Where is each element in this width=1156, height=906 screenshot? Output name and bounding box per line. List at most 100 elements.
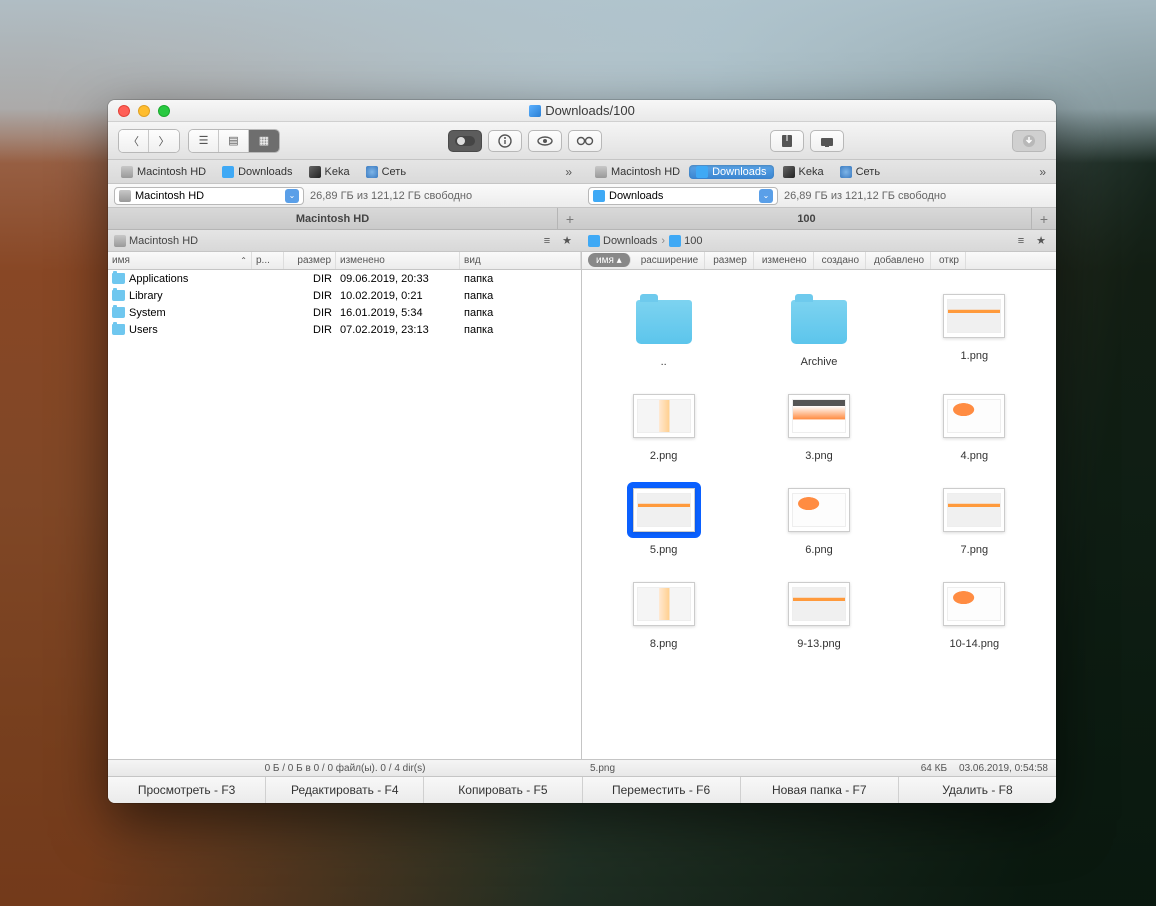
favorite-downloads[interactable]: Downloads bbox=[689, 165, 773, 179]
info-button[interactable] bbox=[488, 130, 522, 152]
toggle-hidden-button[interactable] bbox=[448, 130, 482, 152]
favorite-сеть[interactable]: Сеть bbox=[833, 165, 887, 179]
back-button[interactable]: 〈 bbox=[119, 130, 149, 152]
favorite-macintosh-hd[interactable]: Macintosh HD bbox=[114, 165, 213, 179]
breadcrumb-item[interactable]: Downloads bbox=[588, 235, 657, 247]
file-item[interactable]: 9-13.png bbox=[741, 570, 896, 656]
left-pane: имя⌃ р... размер изменено вид Applicatio… bbox=[108, 252, 582, 759]
favorite-star-button[interactable]: ★ bbox=[558, 233, 576, 249]
search-button[interactable] bbox=[568, 130, 602, 152]
zoom-button[interactable] bbox=[158, 105, 170, 117]
view-mode-segment: ☰ ▤ ▦ bbox=[188, 129, 280, 153]
status-selected-name: 5.png bbox=[590, 763, 615, 774]
table-row[interactable]: UsersDIR07.02.2019, 23:13папка bbox=[108, 321, 581, 338]
col-создано[interactable]: создано bbox=[816, 252, 866, 269]
archive-button[interactable] bbox=[770, 130, 804, 152]
net-icon bbox=[366, 166, 378, 178]
col-откр[interactable]: откр bbox=[933, 252, 966, 269]
folder-item[interactable]: .. bbox=[586, 282, 741, 374]
fkey-button[interactable]: Копировать - F5 bbox=[424, 777, 582, 803]
item-label: 5.png bbox=[650, 544, 678, 556]
hd-icon bbox=[121, 166, 133, 178]
favorite-keka[interactable]: Keka bbox=[776, 165, 831, 179]
favorites-overflow[interactable]: » bbox=[1035, 165, 1050, 179]
drive-label-left: Macintosh HD bbox=[135, 190, 204, 202]
folder-icon bbox=[112, 273, 125, 284]
forward-button[interactable]: 〉 bbox=[149, 130, 179, 152]
titlebar[interactable]: Downloads/100 bbox=[108, 100, 1056, 122]
file-item[interactable]: 1.png bbox=[897, 282, 1052, 374]
left-file-list[interactable]: ApplicationsDIR09.06.2019, 20:33папкаLib… bbox=[108, 270, 581, 759]
col-size[interactable]: размер bbox=[284, 252, 336, 269]
col-размер[interactable]: размер bbox=[707, 252, 754, 269]
favorite-downloads[interactable]: Downloads bbox=[215, 165, 299, 179]
favorite-keka[interactable]: Keka bbox=[302, 165, 357, 179]
fkey-button[interactable]: Редактировать - F4 bbox=[266, 777, 424, 803]
file-item[interactable]: 8.png bbox=[586, 570, 741, 656]
image-thumbnail bbox=[633, 488, 695, 532]
tab-right[interactable]: 100 bbox=[582, 208, 1032, 229]
status-selected-date: 03.06.2019, 0:54:58 bbox=[959, 763, 1048, 774]
drive-select-left[interactable]: Macintosh HD ⌄ bbox=[114, 187, 304, 205]
downloads-icon bbox=[593, 190, 605, 202]
list-options-button[interactable]: ≡ bbox=[1012, 233, 1030, 249]
keka-icon bbox=[309, 166, 321, 178]
minimize-button[interactable] bbox=[138, 105, 150, 117]
file-item[interactable]: 5.png bbox=[586, 476, 741, 562]
view-icon-button[interactable]: ▦ bbox=[249, 130, 279, 152]
hd-icon bbox=[595, 166, 607, 178]
view-list-button[interactable]: ☰ bbox=[189, 130, 219, 152]
breadcrumb-item[interactable]: Macintosh HD bbox=[114, 235, 198, 247]
file-item[interactable]: 2.png bbox=[586, 382, 741, 468]
drive-select-right[interactable]: Downloads ⌄ bbox=[588, 187, 778, 205]
favorites-overflow[interactable]: » bbox=[561, 165, 576, 179]
file-item[interactable]: 6.png bbox=[741, 476, 896, 562]
traffic-lights bbox=[118, 105, 170, 117]
list-options-button[interactable]: ≡ bbox=[538, 233, 556, 249]
item-label: .. bbox=[661, 356, 667, 368]
table-row[interactable]: SystemDIR16.01.2019, 5:34папка bbox=[108, 304, 581, 321]
status-bar: 0 Б / 0 Б в 0 / 0 файл(ы). 0 / 4 dir(s) … bbox=[108, 759, 1056, 776]
fkey-button[interactable]: Удалить - F8 bbox=[899, 777, 1056, 803]
share-button[interactable] bbox=[810, 130, 844, 152]
item-label: Archive bbox=[801, 356, 838, 368]
favorite-star-button[interactable]: ★ bbox=[1032, 233, 1050, 249]
favorite-сеть[interactable]: Сеть bbox=[359, 165, 413, 179]
item-label: 4.png bbox=[961, 450, 989, 462]
favorite-macintosh-hd[interactable]: Macintosh HD bbox=[588, 165, 687, 179]
col-расширение[interactable]: расширение bbox=[635, 252, 706, 269]
file-item[interactable]: 4.png bbox=[897, 382, 1052, 468]
window-title: Downloads/100 bbox=[529, 103, 635, 118]
item-label: 9-13.png bbox=[797, 638, 840, 650]
col-mod[interactable]: изменено bbox=[336, 252, 460, 269]
item-label: 1.png bbox=[961, 350, 989, 362]
table-row[interactable]: ApplicationsDIR09.06.2019, 20:33папка bbox=[108, 270, 581, 287]
tab-left[interactable]: Macintosh HD bbox=[108, 208, 558, 229]
col-изменено[interactable]: изменено bbox=[756, 252, 814, 269]
download-button[interactable] bbox=[1012, 130, 1046, 152]
right-column-header: имя ▴ расширениеразмеризмененосозданодоба… bbox=[582, 252, 1056, 270]
quicklook-button[interactable] bbox=[528, 130, 562, 152]
right-pane: имя ▴ расширениеразмеризмененосозданодоба… bbox=[582, 252, 1056, 759]
add-tab-left[interactable]: + bbox=[558, 208, 582, 229]
file-item[interactable]: 3.png bbox=[741, 382, 896, 468]
image-thumbnail bbox=[943, 294, 1005, 338]
col-type[interactable]: вид bbox=[460, 252, 581, 269]
close-button[interactable] bbox=[118, 105, 130, 117]
add-tab-right[interactable]: + bbox=[1032, 208, 1056, 229]
col-добавлено[interactable]: добавлено bbox=[868, 252, 931, 269]
fkey-button[interactable]: Переместить - F6 bbox=[583, 777, 741, 803]
col-имя[interactable]: имя ▴ bbox=[588, 253, 631, 267]
folder-icon bbox=[791, 300, 847, 344]
breadcrumb-item[interactable]: 100 bbox=[669, 235, 702, 247]
fkey-button[interactable]: Просмотреть - F3 bbox=[108, 777, 266, 803]
table-row[interactable]: LibraryDIR10.02.2019, 0:21папка bbox=[108, 287, 581, 304]
view-column-button[interactable]: ▤ bbox=[219, 130, 249, 152]
col-r[interactable]: р... bbox=[252, 252, 284, 269]
fkey-button[interactable]: Новая папка - F7 bbox=[741, 777, 899, 803]
file-item[interactable]: 7.png bbox=[897, 476, 1052, 562]
folder-item[interactable]: Archive bbox=[741, 282, 896, 374]
file-item[interactable]: 10-14.png bbox=[897, 570, 1052, 656]
right-icon-grid[interactable]: .. Archive 1.png 2.png3.png 4.png 5.png 6.png7… bbox=[582, 270, 1056, 759]
col-name[interactable]: имя⌃ bbox=[108, 252, 252, 269]
